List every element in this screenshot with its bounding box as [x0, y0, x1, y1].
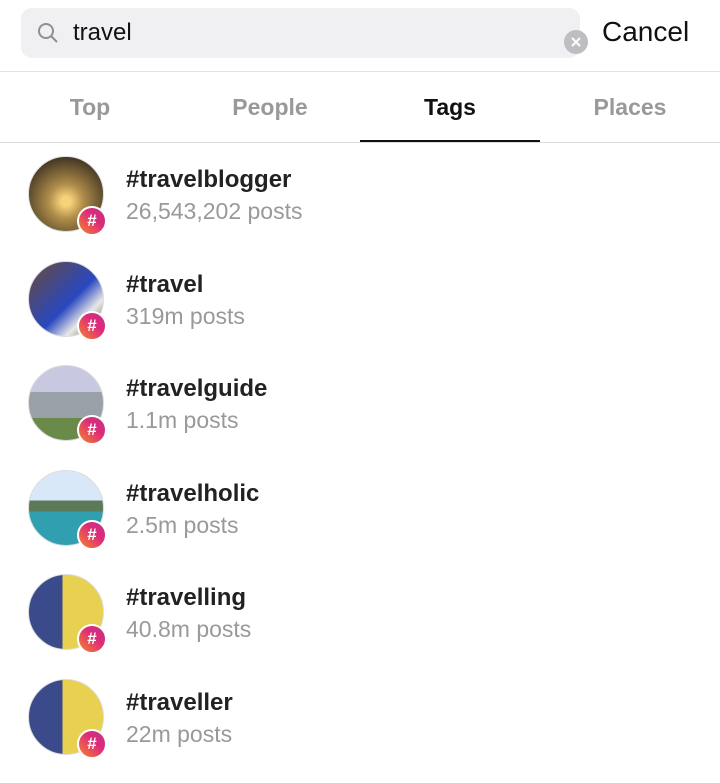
tag-result-row[interactable]: # #travelguide 1.1m posts	[0, 365, 720, 469]
tab-people[interactable]: People	[180, 72, 360, 142]
tag-result-row[interactable]: # #travelling 40.8m posts	[0, 574, 720, 678]
hashtag-badge-icon: #	[77, 206, 107, 236]
tag-name: #travelguide	[126, 375, 268, 402]
tag-name: #traveller	[126, 688, 233, 716]
search-bar[interactable]	[21, 8, 588, 58]
search-icon	[38, 23, 58, 43]
tag-result-row[interactable]: # #travelholic 2.5m posts	[0, 469, 720, 574]
tag-result-row[interactable]: # #traveller 22m posts	[0, 678, 720, 783]
hashtag-badge-icon: #	[77, 519, 107, 550]
post-count: 319m posts	[126, 302, 245, 329]
hashtag-badge-icon: #	[77, 728, 107, 759]
post-count: 26,543,202 posts	[126, 198, 303, 224]
tab-tags[interactable]: Tags	[360, 72, 540, 142]
cancel-button[interactable]: Cancel	[602, 16, 689, 48]
post-count: 22m posts	[126, 720, 233, 747]
post-count: 1.1m posts	[126, 407, 239, 433]
tab-bar: Top People Tags Places	[0, 72, 720, 142]
post-count: 40.8m posts	[126, 616, 252, 642]
divider	[0, 142, 720, 143]
tag-result-row[interactable]: # #travelblogger 26,543,202 posts	[0, 156, 720, 260]
clear-icon[interactable]	[564, 30, 588, 54]
tag-name: #travelholic	[126, 479, 260, 507]
tag-name: #travelling	[126, 584, 247, 611]
tag-name: #travelblogger	[126, 166, 292, 193]
hashtag-badge-icon: #	[77, 624, 107, 654]
tag-result-row[interactable]: # #travel 319m posts	[0, 260, 720, 365]
tag-name: #travel	[126, 270, 204, 298]
hashtag-badge-icon: #	[77, 310, 107, 341]
post-count: 2.5m posts	[126, 511, 239, 538]
search-input[interactable]	[73, 8, 543, 58]
hashtag-badge-icon: #	[77, 415, 107, 445]
tab-places[interactable]: Places	[540, 72, 720, 142]
tab-top[interactable]: Top	[0, 72, 180, 142]
